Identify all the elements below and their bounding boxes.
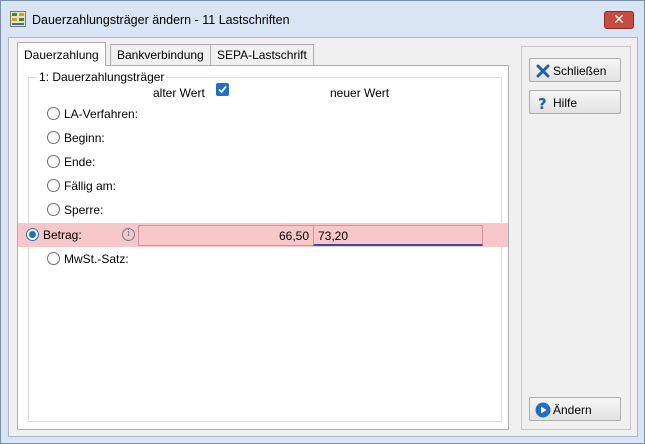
radio-button-selected[interactable]	[26, 228, 39, 241]
tab-dauerzahlung[interactable]: Dauerzahlung	[17, 42, 106, 66]
old-value-checkbox[interactable]	[216, 83, 229, 96]
radio-button[interactable]	[47, 252, 60, 265]
radio-button[interactable]	[47, 203, 60, 216]
row-label: Fällig am:	[64, 179, 117, 193]
close-button-label: Schließen	[553, 64, 607, 78]
row-label: Beginn:	[64, 131, 105, 145]
old-value-header: alter Wert	[153, 86, 205, 100]
group-label: 1: Dauerzahlungsträger	[37, 70, 167, 84]
svg-text:?: ?	[538, 95, 547, 111]
close-button[interactable]: Schließen	[529, 58, 621, 82]
tab-bankverbindung[interactable]: Bankverbindung	[110, 44, 211, 65]
question-icon: ?	[535, 95, 551, 113]
info-icon[interactable]: i	[122, 228, 135, 241]
window-close-button[interactable]: ✕	[604, 11, 634, 29]
radio-button[interactable]	[47, 107, 60, 120]
new-value-header: neuer Wert	[330, 86, 390, 100]
row-sperre[interactable]: Sperre:	[39, 198, 511, 222]
new-value-input[interactable]: 73,20	[313, 225, 483, 246]
radio-button[interactable]	[47, 155, 60, 168]
tab-panel-dauerzahlung: 1: Dauerzahlungsträger alter Wert neuer …	[17, 65, 509, 430]
row-la-verfahren[interactable]: LA-Verfahren:	[39, 102, 511, 126]
row-label: MwSt.-Satz:	[64, 252, 129, 266]
title-bar[interactable]: Dauerzahlungsträger ändern - 11 Lastschr…	[1, 1, 644, 37]
app-icon	[10, 11, 26, 27]
row-ende[interactable]: Ende:	[39, 150, 511, 174]
help-button-label: Hilfe	[553, 96, 578, 110]
radio-button[interactable]	[47, 179, 60, 192]
row-label: LA-Verfahren:	[64, 107, 139, 121]
dialog-client-area: Dauerzahlung Bankverbindung SEPA-Lastsch…	[8, 37, 638, 437]
button-panel: Schließen ? Hilfe Ändern	[521, 46, 631, 430]
row-label: Ende:	[64, 155, 96, 169]
row-mwst-satz[interactable]: MwSt.-Satz:	[39, 247, 511, 271]
dialog-window: Dauerzahlungsträger ändern - 11 Lastschr…	[0, 0, 645, 444]
row-label: Betrag:	[43, 228, 82, 242]
change-button-label: Ändern	[553, 403, 592, 417]
help-button[interactable]: ? Hilfe	[529, 90, 621, 114]
window-title: Dauerzahlungsträger ändern - 11 Lastschr…	[32, 13, 290, 27]
close-x-icon	[535, 63, 551, 79]
old-value-field: 66,50	[138, 225, 314, 246]
play-circle-icon	[535, 402, 551, 418]
radio-button[interactable]	[47, 131, 60, 144]
change-button[interactable]: Ändern	[529, 397, 621, 421]
tab-sepa-lastschrift[interactable]: SEPA-Lastschrift	[210, 44, 314, 65]
row-faellig-am[interactable]: Fällig am:	[39, 174, 511, 198]
row-label: Sperre:	[64, 203, 104, 217]
row-beginn[interactable]: Beginn:	[39, 126, 511, 150]
row-betrag[interactable]: Betrag: i 66,50 73,20	[18, 223, 508, 247]
